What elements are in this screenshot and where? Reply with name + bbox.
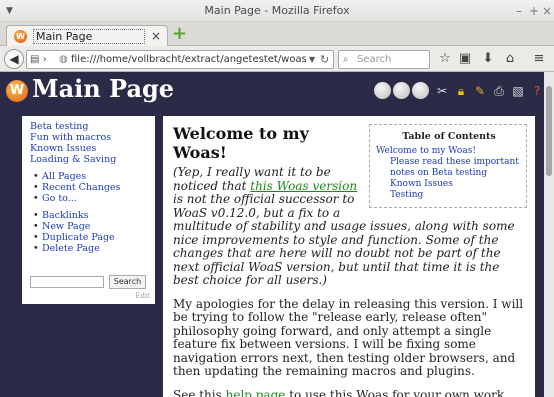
- identity-icon[interactable]: ▤ ›: [30, 51, 47, 68]
- globe-icon: ◍: [59, 54, 68, 65]
- downloads-icon[interactable]: ⬇: [479, 50, 497, 68]
- search-placeholder: Search: [357, 54, 392, 65]
- toc-title: Table of Contents: [402, 131, 496, 142]
- reload-icon[interactable]: ↻: [320, 51, 329, 68]
- bookmark-star-icon[interactable]: ☆: [436, 50, 454, 68]
- help-page-link[interactable]: help page: [226, 388, 286, 397]
- main-content: Table of Contents Welcome to my Woas! Pl…: [163, 116, 535, 397]
- back-button[interactable]: ◀: [4, 49, 24, 69]
- woas-favicon-icon: W: [14, 30, 27, 43]
- new-tab-button[interactable]: +: [172, 25, 192, 43]
- print-icon[interactable]: ⎙: [490, 82, 508, 100]
- window-title: Main Page - Mozilla Firefox: [204, 4, 350, 17]
- toc-item-welcome[interactable]: Welcome to my Woas!: [376, 146, 522, 157]
- home-circle-icon[interactable]: [412, 82, 429, 99]
- url-bar[interactable]: ▤ › ◍ file:///home/vollbracht/extract/an…: [26, 50, 334, 69]
- toc-item-known-issues[interactable]: Known Issues: [376, 179, 522, 190]
- sidebar-search-button[interactable]: Search: [109, 275, 146, 289]
- sidebar-group-navigation: All Pages Recent Changes Go to...: [30, 171, 147, 204]
- window-titlebar: ▼ Main Page - Mozilla Firefox – + ×: [0, 0, 554, 22]
- sidebar-link-known-issues[interactable]: Known Issues: [30, 143, 147, 154]
- forward-circle-icon[interactable]: [393, 82, 410, 99]
- minimize-button[interactable]: –: [516, 0, 522, 22]
- back-circle-icon[interactable]: [374, 82, 391, 99]
- sidebar-link-beta-testing[interactable]: Beta testing: [30, 121, 147, 132]
- scrollbar-thumb[interactable]: [546, 86, 552, 176]
- sidebar-item-new-page[interactable]: New Page: [30, 221, 147, 232]
- help-paragraph: See this help page to use this Woas for …: [173, 387, 527, 397]
- sidebar-link-fun-with-macros[interactable]: Fun with macros: [30, 132, 147, 143]
- sidebar-edit-link[interactable]: Edit: [135, 292, 150, 300]
- navigation-toolbar: ◀ ▤ › ◍ file:///home/vollbracht/extract/…: [0, 46, 554, 72]
- tab-close-icon[interactable]: ×: [151, 29, 161, 43]
- sidebar-item-all-pages[interactable]: All Pages: [30, 171, 147, 182]
- url-dropdown-icon[interactable]: ▼: [309, 51, 315, 68]
- edit-pencil-icon[interactable]: ✎: [471, 82, 489, 100]
- sidebar-search-input[interactable]: [30, 276, 104, 288]
- sidebar-item-duplicate-page[interactable]: Duplicate Page: [30, 232, 147, 243]
- tab-bar: W Main Page × +: [0, 22, 554, 47]
- toc-item-testing[interactable]: Testing: [376, 190, 522, 201]
- sidebar-item-delete-page[interactable]: Delete Page: [30, 243, 147, 254]
- lock-icon[interactable]: 🔒︎: [452, 82, 470, 100]
- page-area: W Main Page ✂ 🔒︎ ✎ ⎙ ▧ ? Beta testing Fu…: [0, 72, 554, 397]
- page-scrollbar[interactable]: [544, 72, 554, 397]
- sidebar-item-recent-changes[interactable]: Recent Changes: [30, 182, 147, 193]
- sidebar-item-go-to[interactable]: Go to...: [30, 193, 147, 204]
- sidebar-item-backlinks[interactable]: Backlinks: [30, 210, 147, 221]
- window-menu-icon[interactable]: ▼: [6, 0, 13, 22]
- search-icon: ⌕: [343, 54, 349, 65]
- woas-logo-icon: W: [6, 80, 28, 102]
- search-bar[interactable]: ⌕ Search: [338, 50, 430, 69]
- document-icon[interactable]: ▧: [509, 82, 527, 100]
- tab-title: Main Page: [33, 29, 145, 44]
- home-icon[interactable]: ⌂: [501, 50, 519, 68]
- reading-list-icon[interactable]: ▣: [456, 50, 474, 68]
- table-of-contents: Table of Contents Welcome to my Woas! Pl…: [369, 124, 527, 208]
- apology-paragraph: My apologies for the delay in releasing …: [173, 296, 524, 378]
- page-header: W Main Page ✂ 🔒︎ ✎ ⎙ ▧ ?: [0, 72, 544, 110]
- woas-version-link[interactable]: this Woas version: [250, 179, 357, 193]
- sidebar-group-page-actions: Backlinks New Page Duplicate Page Delete…: [30, 210, 147, 254]
- tab-main-page[interactable]: W Main Page ×: [6, 25, 168, 47]
- url-text[interactable]: file:///home/vollbracht/extract/angetest…: [71, 51, 306, 68]
- help-text-start: See this: [173, 387, 226, 397]
- sidebar-link-loading-saving[interactable]: Loading & Saving: [30, 154, 147, 165]
- maximize-button[interactable]: +: [529, 0, 539, 22]
- page-title: Main Page: [32, 74, 175, 103]
- toc-item-beta-notes[interactable]: Please read these important notes on Bet…: [376, 157, 522, 179]
- tools-icon[interactable]: ✂: [433, 82, 451, 100]
- hamburger-menu-icon[interactable]: ≡: [530, 50, 548, 68]
- close-window-button[interactable]: ×: [542, 0, 552, 22]
- sidebar-menu: Beta testing Fun with macros Known Issue…: [22, 116, 155, 304]
